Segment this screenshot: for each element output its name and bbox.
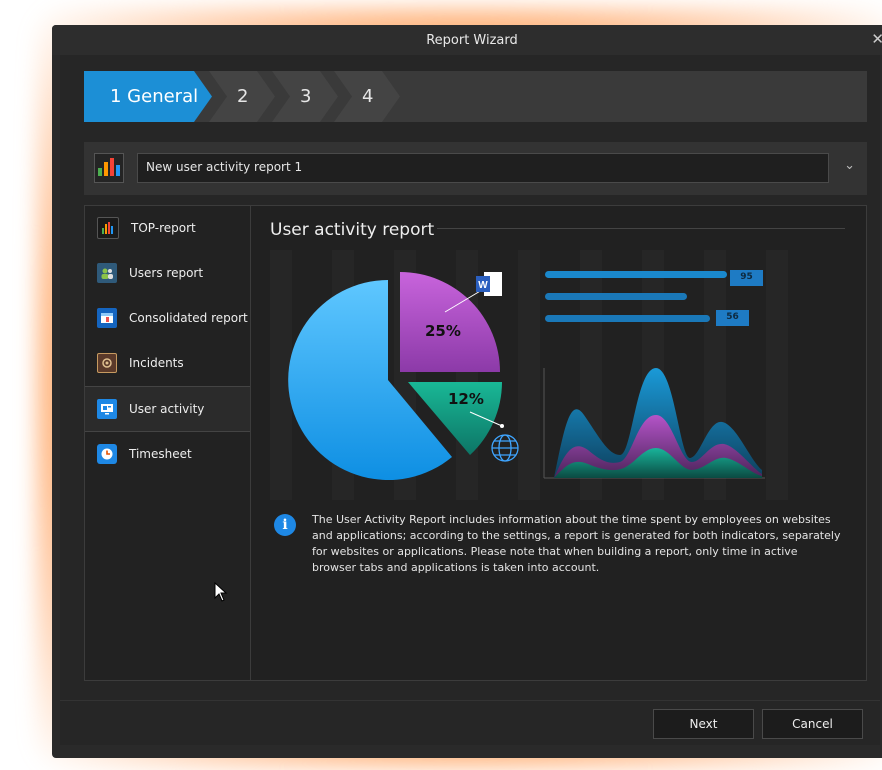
close-icon[interactable]: ✕ (871, 30, 882, 48)
next-button[interactable]: Next (653, 709, 754, 739)
bar-chart-icon (94, 153, 124, 183)
step-1[interactable]: 1 General (84, 71, 212, 122)
window-title: Report Wizard (426, 32, 518, 48)
bar-badge-2: 56 (726, 312, 739, 322)
users-icon (97, 263, 117, 283)
step-3[interactable]: 3 (272, 71, 338, 122)
sidebar-item-users-report[interactable]: Users report (85, 251, 250, 295)
title-divider (437, 228, 845, 229)
bar-chart-icon (97, 217, 119, 239)
sidebar-item-label: User activity (129, 402, 205, 416)
pie-label-apps: 25% (425, 322, 461, 340)
wizard-steps: 1 General 2 3 4 (84, 71, 867, 122)
step-3-label: 3 (300, 86, 312, 107)
sidebar-item-incidents[interactable]: Incidents (85, 341, 250, 385)
footer-bar: Next Cancel (60, 700, 880, 746)
title-bar: Report Wizard ✕ (52, 25, 882, 55)
pie-label-web: 12% (448, 390, 484, 408)
report-name-row: New user activity report 1 ⌄ (84, 142, 867, 195)
sidebar-item-top-report[interactable]: TOP-report (85, 206, 250, 250)
step-2[interactable]: 2 (209, 71, 275, 122)
cancel-button[interactable]: Cancel (762, 709, 863, 739)
info-text: The User Activity Report includes inform… (312, 513, 841, 574)
report-type-sidebar: TOP-report Users report Consolidated rep… (85, 206, 251, 680)
sidebar-item-label: TOP-report (131, 221, 196, 235)
step-2-label: 2 (237, 86, 249, 107)
clock-icon (97, 444, 117, 464)
svg-text:W: W (478, 280, 488, 291)
page-title: User activity report (270, 220, 435, 240)
wizard-body: 1 General 2 3 4 New user activity report… (60, 55, 880, 745)
step-4[interactable]: 4 (334, 71, 400, 122)
content-panel: TOP-report Users report Consolidated rep… (84, 205, 867, 681)
sidebar-item-label: Timesheet (129, 447, 192, 461)
report-illustration: W 25% 12% 95 56 (270, 250, 790, 500)
info-icon: i (274, 514, 296, 536)
sidebar-item-label: Users report (129, 266, 204, 280)
table-icon (97, 308, 117, 328)
sidebar-item-label: Consolidated report (129, 311, 248, 325)
sidebar-item-consolidated-report[interactable]: Consolidated report (85, 296, 250, 340)
globe-icon (491, 434, 519, 462)
chevron-down-icon[interactable]: ⌄ (844, 158, 855, 173)
step-4-label: 4 (362, 86, 374, 107)
bar-badge-1: 95 (740, 272, 753, 282)
sidebar-item-timesheet[interactable]: Timesheet (85, 432, 250, 476)
report-name-field[interactable]: New user activity report 1 (137, 153, 829, 183)
report-wizard-window: Report Wizard ✕ 1 General 2 3 4 New user… (52, 25, 882, 758)
sidebar-item-label: Incidents (129, 356, 184, 370)
step-1-label: 1 General (110, 86, 199, 107)
gear-shield-icon (97, 353, 117, 373)
sidebar-item-user-activity[interactable]: User activity (85, 386, 250, 432)
mouse-cursor-icon (214, 581, 228, 606)
monitor-icon (97, 399, 117, 419)
